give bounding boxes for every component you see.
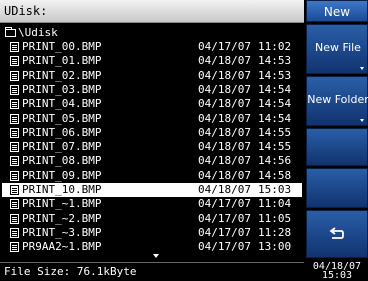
clock-time: 15:03	[321, 270, 353, 281]
file-icon	[10, 127, 19, 138]
file-name: PRINT_~1.BMP	[22, 197, 102, 211]
file-name: PRINT_01.BMP	[22, 54, 102, 68]
file-icon	[10, 199, 19, 210]
file-date: 04/17/07	[198, 197, 251, 211]
file-time: 14:53	[258, 68, 292, 82]
file-date: 04/18/07	[198, 140, 251, 154]
file-time: 15:03	[258, 183, 292, 196]
softkey-panel: New New File New Folder 04/18/07 15:03	[306, 0, 368, 281]
empty-softkey-1[interactable]	[306, 128, 368, 166]
file-time: 14:53	[258, 54, 292, 68]
clock: 04/18/07 15:03	[306, 262, 368, 281]
file-row[interactable]: PRINT_08.BMP 04/18/07 14:56	[2, 154, 302, 168]
submenu-arrow-icon	[360, 67, 364, 70]
file-row[interactable]: PRINT_~3.BMP 04/17/07 11:28	[2, 226, 302, 240]
new-file-button[interactable]: New File	[306, 24, 368, 74]
file-date: 04/18/07	[198, 125, 251, 139]
file-icon	[10, 42, 19, 52]
file-icon	[10, 227, 19, 238]
file-row[interactable]: PRINT_~1.BMP 04/17/07 11:04	[2, 197, 302, 211]
file-date: 04/17/07	[198, 40, 251, 53]
file-size-text: File Size: 76.1kByte	[4, 265, 137, 278]
title-bar: UDisk:	[0, 0, 304, 23]
file-time: 11:04	[258, 197, 292, 211]
folder-name: \Udisk	[18, 26, 58, 39]
file-time: 14:58	[258, 168, 292, 182]
file-time: 14:54	[258, 82, 292, 96]
file-date: 04/18/07	[198, 183, 251, 196]
file-date: 04/17/07	[198, 225, 251, 239]
file-time: 14:55	[258, 125, 292, 139]
file-name: PRINT_00.BMP	[22, 40, 102, 53]
file-icon	[10, 242, 19, 253]
file-icon	[10, 142, 19, 153]
file-row[interactable]: PRINT_03.BMP 04/18/07 14:54	[2, 83, 302, 97]
file-name: PRINT_10.BMP	[22, 183, 102, 196]
file-name: PRINT_09.BMP	[22, 168, 102, 182]
file-icon	[10, 56, 19, 67]
new-folder-button[interactable]: New Folder	[306, 76, 368, 126]
file-date: 04/18/07	[198, 54, 251, 68]
status-bar: File Size: 76.1kByte	[0, 262, 304, 281]
file-time: 11:05	[258, 211, 292, 225]
new-folder-label: New Folder	[307, 93, 368, 106]
empty-softkey-2[interactable]	[306, 168, 368, 208]
file-row[interactable]: PRINT_02.BMP 04/18/07 14:53	[2, 69, 302, 83]
file-time: 14:55	[258, 140, 292, 154]
file-row[interactable]: PRINT_04.BMP 04/18/07 14:54	[2, 97, 302, 111]
file-icon	[10, 70, 19, 81]
new-file-label: New File	[315, 41, 361, 54]
file-row[interactable]: PR9AA2~1.BMP 04/17/07 13:00	[2, 240, 302, 254]
file-time: 11:02	[258, 40, 292, 53]
file-list[interactable]: \Udisk PRINT_00.BMP 04/17/07 11:02 PRINT_01…	[2, 24, 302, 260]
file-date: 04/18/07	[198, 168, 251, 182]
file-time: 14:54	[258, 97, 292, 111]
file-time: 14:56	[258, 154, 292, 168]
file-icon	[10, 99, 19, 110]
file-name: PR9AA2~1.BMP	[22, 240, 102, 254]
file-name: PRINT_06.BMP	[22, 125, 102, 139]
file-icon	[10, 170, 19, 181]
file-icon	[10, 84, 19, 95]
file-icon	[10, 156, 19, 167]
file-date: 04/18/07	[198, 97, 251, 111]
file-date: 04/17/07	[198, 240, 251, 254]
scroll-down-icon[interactable]	[153, 254, 159, 258]
file-name: PRINT_~2.BMP	[22, 211, 102, 225]
file-name: PRINT_03.BMP	[22, 82, 102, 96]
new-menu-header[interactable]: New	[306, 0, 368, 22]
file-row[interactable]: PRINT_~2.BMP 04/17/07 11:05	[2, 212, 302, 226]
file-icon	[10, 185, 19, 195]
submenu-arrow-icon	[360, 119, 364, 122]
file-name: PRINT_05.BMP	[22, 111, 102, 125]
file-row[interactable]: PRINT_05.BMP 04/18/07 14:54	[2, 112, 302, 126]
folder-row[interactable]: \Udisk	[2, 26, 302, 40]
file-row[interactable]: PRINT_01.BMP 04/18/07 14:53	[2, 54, 302, 68]
window-title: UDisk:	[4, 4, 48, 18]
folder-icon	[5, 27, 16, 37]
file-name: PRINT_04.BMP	[22, 97, 102, 111]
file-date: 04/18/07	[198, 82, 251, 96]
file-date: 04/18/07	[198, 68, 251, 82]
file-row[interactable]: PRINT_07.BMP 04/18/07 14:55	[2, 140, 302, 154]
file-date: 04/18/07	[198, 111, 251, 125]
back-button[interactable]	[306, 210, 368, 258]
file-date: 04/17/07	[198, 211, 251, 225]
file-icon	[10, 113, 19, 124]
file-row[interactable]: PRINT_10.BMP 04/18/07 15:03	[2, 183, 302, 197]
file-name: PRINT_02.BMP	[22, 68, 102, 82]
file-time: 11:28	[258, 225, 292, 239]
file-name: PRINT_~3.BMP	[22, 225, 102, 239]
file-row[interactable]: PRINT_06.BMP 04/18/07 14:55	[2, 126, 302, 140]
file-icon	[10, 213, 19, 224]
file-time: 14:54	[258, 111, 292, 125]
return-arrow-icon	[329, 227, 344, 239]
file-name: PRINT_08.BMP	[22, 154, 102, 168]
file-date: 04/18/07	[198, 154, 251, 168]
file-time: 13:00	[258, 240, 292, 254]
file-row[interactable]: PRINT_00.BMP 04/17/07 11:02	[2, 40, 302, 54]
file-row[interactable]: PRINT_09.BMP 04/18/07 14:58	[2, 169, 302, 183]
file-name: PRINT_07.BMP	[22, 140, 102, 154]
